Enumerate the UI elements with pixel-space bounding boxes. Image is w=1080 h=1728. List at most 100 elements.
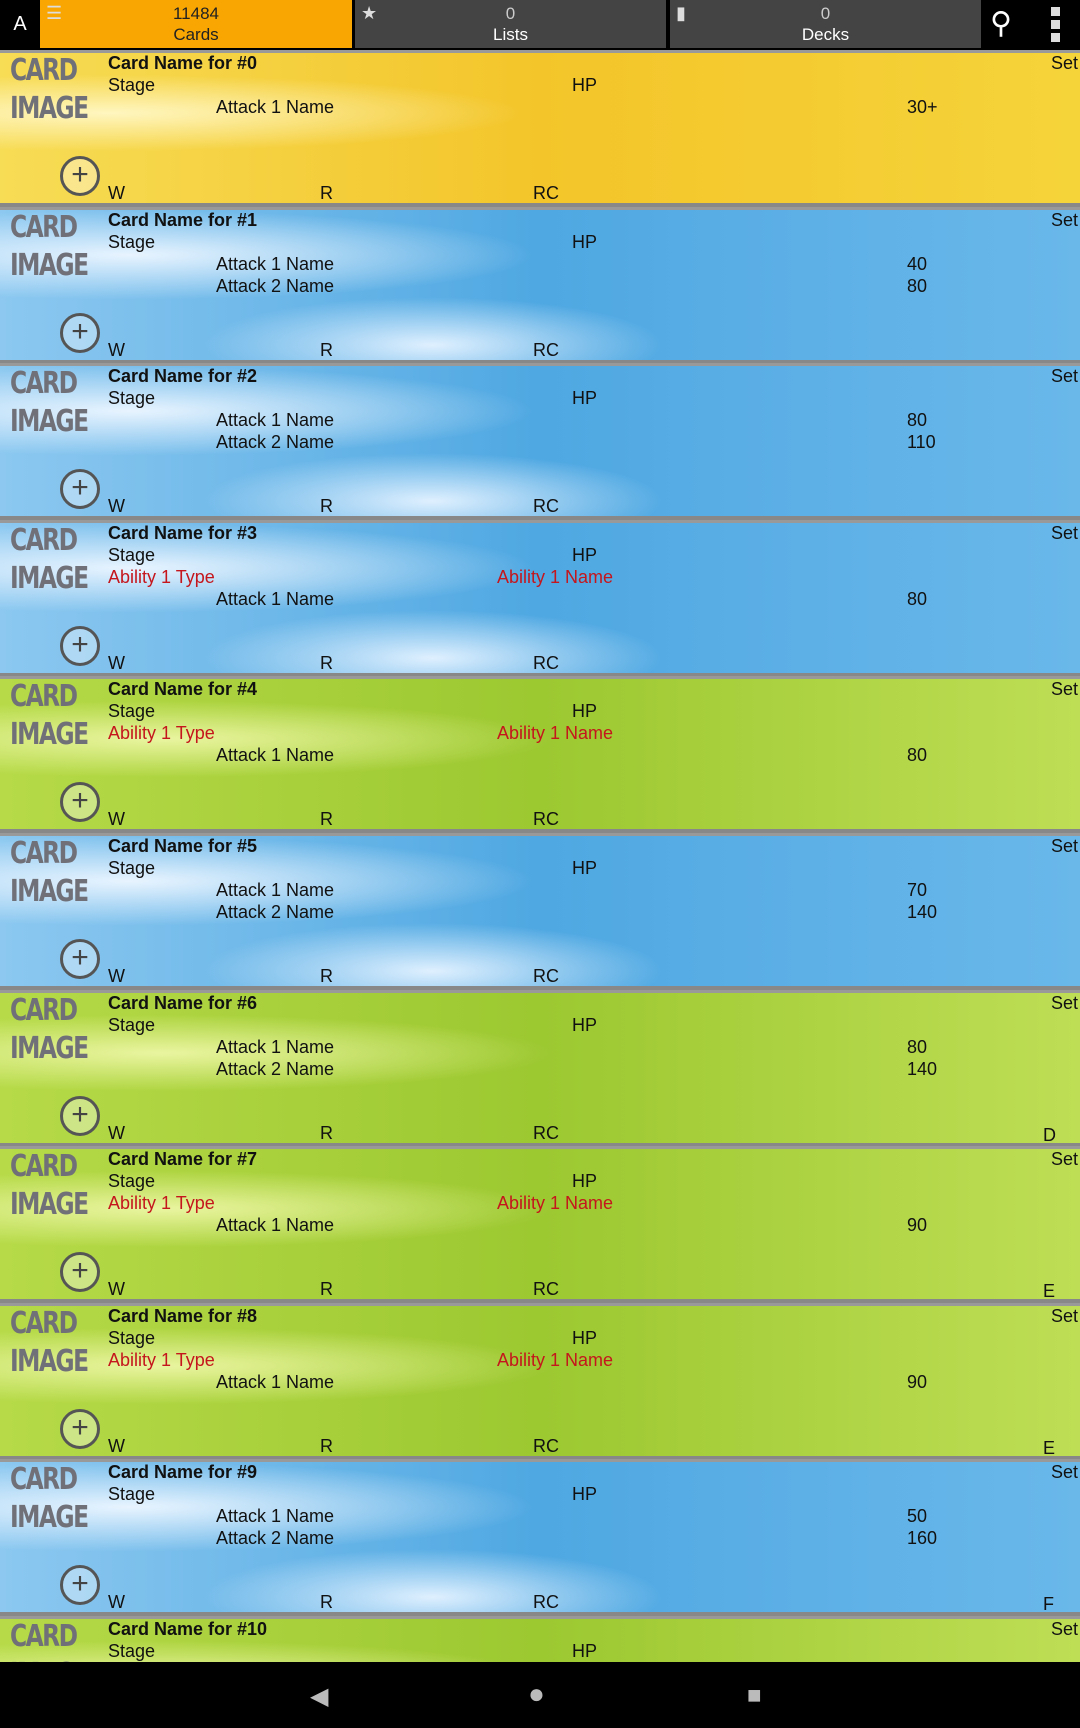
card-row[interactable]: CARD IMAGE Card Name for #7 Stage HP Set Abili… xyxy=(0,1146,1080,1300)
card-stage: Stage xyxy=(108,1484,156,1505)
card-row[interactable]: CARD IMAGE Card Name for #4 Stage HP Set Abili… xyxy=(0,676,1080,830)
card-set: Set xyxy=(1050,1462,1078,1483)
card-hp: HP xyxy=(572,1641,598,1661)
card-image-placeholder: IMAGE xyxy=(10,247,89,283)
card-row[interactable]: CARD IMAGE Card Name for #1 Stage HP Set Attac… xyxy=(0,206,1080,360)
card-row[interactable]: CARDIMAGECard Name for #10StageHPSet xyxy=(0,1616,1080,1662)
card-row[interactable]: CARD IMAGE Card Name for #9 Stage HP Set Attac… xyxy=(0,1459,1080,1613)
card-hp: HP xyxy=(572,231,598,252)
card-hp: HP xyxy=(572,1484,598,1505)
card-row[interactable]: CARD IMAGE Card Name for #3 Stage HP Set Abili… xyxy=(0,519,1080,673)
rarity-label: E xyxy=(1043,1281,1056,1300)
attack-damage: 80 xyxy=(907,745,928,766)
add-card-icon[interactable]: + xyxy=(60,1252,100,1293)
card-image-placeholder: IMAGE xyxy=(10,1030,89,1066)
rarity-label: F xyxy=(1043,1594,1054,1613)
card-hp: HP xyxy=(572,1327,598,1348)
retreat-cost-label: RC xyxy=(533,966,559,986)
add-card-icon[interactable]: + xyxy=(60,1408,100,1449)
attack-name: Attack 1 Name xyxy=(216,588,335,609)
resistance-label: R xyxy=(320,652,333,673)
attack-name: Attack 1 Name xyxy=(216,1371,335,1392)
card-name: Card Name for #4 xyxy=(108,679,258,700)
card-stage: Stage xyxy=(108,1014,156,1035)
card-set: Set xyxy=(1050,366,1078,387)
card-row[interactable]: CARD IMAGE Card Name for #8 Stage HP Set Abili… xyxy=(0,1302,1080,1456)
retreat-cost-label: RC xyxy=(533,183,559,203)
attack-damage: 80 xyxy=(907,410,928,431)
retreat-cost-label: RC xyxy=(533,1122,559,1143)
resistance-label: R xyxy=(320,1592,333,1613)
list-icon: ☰ xyxy=(46,3,63,23)
weakness-label: W xyxy=(108,966,125,986)
weakness-label: W xyxy=(108,1279,125,1300)
card-row[interactable]: CARD IMAGE Card Name for #5 Stage HP Set Attac… xyxy=(0,833,1080,986)
weakness-label: W xyxy=(108,652,125,673)
tab-cards[interactable]: ☰ 11484 Cards xyxy=(40,0,352,48)
card-hp: HP xyxy=(572,75,598,95)
card-stage: Stage xyxy=(108,1641,156,1661)
card-stage: Stage xyxy=(108,231,156,252)
alpha-sort-button[interactable]: A xyxy=(0,0,40,48)
card-image-placeholder: CARD xyxy=(10,679,78,715)
back-icon[interactable]: ◀ xyxy=(310,1682,328,1711)
card-list[interactable]: CARD IMAGE Card Name for #0 Stage HP Set Attac… xyxy=(0,50,1080,1662)
resistance-label: R xyxy=(320,496,333,517)
resistance-label: R xyxy=(320,183,333,203)
tab-decks[interactable]: ▮ 0 Decks xyxy=(670,0,981,48)
card-image-placeholder: IMAGE xyxy=(10,560,89,596)
recents-icon[interactable]: ■ xyxy=(747,1682,762,1710)
card-name: Card Name for #2 xyxy=(108,366,258,387)
home-icon[interactable]: ● xyxy=(528,1678,545,1710)
add-card-icon[interactable]: + xyxy=(60,939,100,979)
attack-name: Attack 1 Name xyxy=(216,1506,335,1527)
card-set: Set xyxy=(1050,53,1078,73)
card-image-placeholder: CARD xyxy=(10,522,78,558)
add-card-icon[interactable]: + xyxy=(60,1565,100,1606)
card-row[interactable]: CARD IMAGE Card Name for #0 Stage HP Set Attac… xyxy=(0,50,1080,203)
attack-name: Attack 1 Name xyxy=(216,1215,335,1236)
card-row[interactable]: CARD IMAGE Card Name for #2 Stage HP Set Attac… xyxy=(0,363,1080,517)
tab-lists[interactable]: ★ 0 Lists xyxy=(355,0,666,48)
card-image-placeholder: IMAGE xyxy=(10,717,89,753)
card-hp: HP xyxy=(572,1014,598,1035)
retreat-cost-label: RC xyxy=(533,1279,559,1300)
rarity-label: D xyxy=(1043,1124,1056,1143)
card-name: Card Name for #1 xyxy=(108,209,258,230)
ability-name: Ability 1 Name xyxy=(497,1349,614,1370)
ability-type: Ability 1 Type xyxy=(108,1349,215,1370)
card-set: Set xyxy=(1050,1305,1078,1326)
card-image-placeholder: IMAGE xyxy=(10,874,89,909)
add-card-icon[interactable]: + xyxy=(60,156,100,196)
attack-damage: 80 xyxy=(907,1036,928,1057)
weakness-label: W xyxy=(108,183,125,203)
resistance-label: R xyxy=(320,339,333,360)
card-hp: HP xyxy=(572,701,598,722)
card-name: Card Name for #9 xyxy=(108,1462,258,1483)
card-stage: Stage xyxy=(108,1171,156,1192)
add-card-icon[interactable]: + xyxy=(60,625,100,666)
card-row[interactable]: CARD IMAGE Card Name for #6 Stage HP Set Attac… xyxy=(0,989,1080,1143)
tab-label: Decks xyxy=(801,25,850,44)
card-name: Card Name for #0 xyxy=(108,53,258,73)
card-name: Card Name for #7 xyxy=(108,1149,258,1170)
attack-damage: 160 xyxy=(907,1528,938,1549)
card-image-placeholder: CARD xyxy=(10,1305,78,1341)
attack-name: Attack 2 Name xyxy=(216,432,335,453)
card-image-placeholder: IMAGE xyxy=(10,1187,89,1223)
card-stage: Stage xyxy=(108,388,156,409)
add-card-icon[interactable]: + xyxy=(60,782,100,823)
add-card-icon[interactable]: + xyxy=(60,1095,100,1136)
card-stage: Stage xyxy=(108,701,156,722)
weakness-label: W xyxy=(108,339,125,360)
card-image-placeholder: CARD xyxy=(10,53,78,88)
attack-damage: 140 xyxy=(907,1058,938,1079)
add-card-icon[interactable]: + xyxy=(60,312,100,353)
card-name: Card Name for #6 xyxy=(108,992,258,1013)
attack-name: Attack 2 Name xyxy=(216,1058,335,1079)
tab-count: 0 xyxy=(820,4,831,23)
more-vert-icon[interactable] xyxy=(1048,4,1062,44)
resistance-label: R xyxy=(320,1435,333,1456)
search-icon[interactable]: ⚲ xyxy=(990,6,1012,41)
add-card-icon[interactable]: + xyxy=(60,469,100,510)
